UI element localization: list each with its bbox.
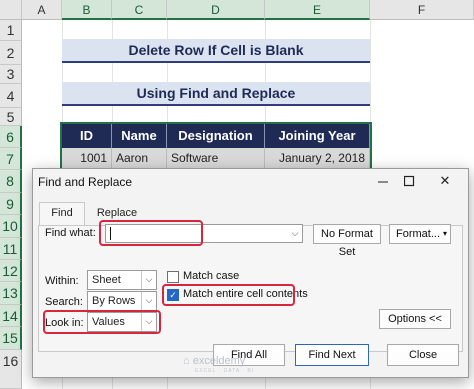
dialog-title: Find and Replace [38,175,133,189]
row-header-1[interactable]: 1 [0,20,22,41]
close-button[interactable]: Close [387,344,459,366]
find-replace-dialog: Find and Replace ✕ Find Replace Find wha… [32,168,469,378]
column-header-c[interactable]: C [112,0,167,20]
search-select[interactable]: By Rows ⌵ [87,291,157,311]
watermark-tagline: EXCEL · DATA · BI [195,368,255,374]
table-cell-joining-year[interactable]: January 2, 2018 [265,148,370,168]
row-header-6[interactable]: 6 [0,126,22,148]
format-button-label: Format... [396,228,441,240]
watermark-logo: ⌂ exceldemy [183,355,245,367]
row-header-4[interactable]: 4 [0,84,22,108]
within-value: Sheet [92,274,121,286]
row-header-14[interactable]: 14 [0,305,22,327]
chevron-down-icon: ⌵ [141,271,156,289]
find-what-label: Find what: [45,227,96,239]
search-value: By Rows [92,295,136,307]
chevron-down-icon: ⌵ [141,292,156,310]
format-button[interactable]: Format... ▾ [389,224,451,244]
column-header-d[interactable]: D [167,0,265,20]
options-button[interactable]: Options << [379,309,451,329]
table-cell-name[interactable]: Aaron [112,148,167,168]
row-header-5[interactable]: 5 [0,108,22,126]
row-header-8[interactable]: 8 [0,170,22,193]
table-header-joining-year[interactable]: Joining Year [265,124,370,148]
table-cell-designation[interactable]: Software Developer [167,148,265,185]
table-cell-id[interactable]: 1001 [62,148,112,168]
tab-find[interactable]: Find [39,202,85,226]
row-header-16[interactable]: 16 [0,350,22,389]
match-case-label[interactable]: Match case [183,270,239,282]
search-label: Search: [45,296,83,308]
row-header-12[interactable]: 12 [0,260,22,282]
find-next-button[interactable]: Find Next [295,344,369,366]
table-header-id[interactable]: ID [62,124,112,148]
find-what-highlight [99,220,203,246]
sheet-subtitle: Using Find and Replace [62,82,370,106]
dropdown-arrow-icon: ▾ [442,229,447,238]
close-icon[interactable]: ✕ [435,172,455,190]
format-status: No Format Set [313,224,381,258]
column-header-e[interactable]: E [265,0,370,20]
watermark-brand: exceldemy [192,355,246,367]
maximize-icon[interactable] [399,172,419,190]
column-header-f[interactable]: F [370,0,474,20]
watermark-icon: ⌂ [183,355,190,367]
row-header-2[interactable]: 2 [0,41,22,65]
match-entire-highlight [162,284,295,306]
column-header-b[interactable]: B [62,0,112,20]
within-label: Within: [45,275,79,287]
chevron-down-icon[interactable]: ⌵ [288,225,302,242]
within-select[interactable]: Sheet ⌵ [87,270,157,290]
column-header-a[interactable]: A [22,0,62,20]
table-header-name[interactable]: Name [112,124,167,148]
row-header-15[interactable]: 15 [0,327,22,350]
table-header-designation[interactable]: Designation [167,124,265,148]
match-case-checkbox[interactable] [167,271,179,283]
minimize-icon[interactable] [373,172,393,190]
lookin-highlight [43,310,161,334]
row-header-3[interactable]: 3 [0,65,22,84]
row-header-7[interactable]: 7 [0,148,22,170]
row-header-10[interactable]: 10 [0,215,22,238]
row-header-11[interactable]: 11 [0,238,22,260]
select-all-corner[interactable] [0,0,22,20]
sheet-title: Delete Row If Cell is Blank [62,39,370,63]
row-header-13[interactable]: 13 [0,282,22,305]
row-header-9[interactable]: 9 [0,193,22,215]
